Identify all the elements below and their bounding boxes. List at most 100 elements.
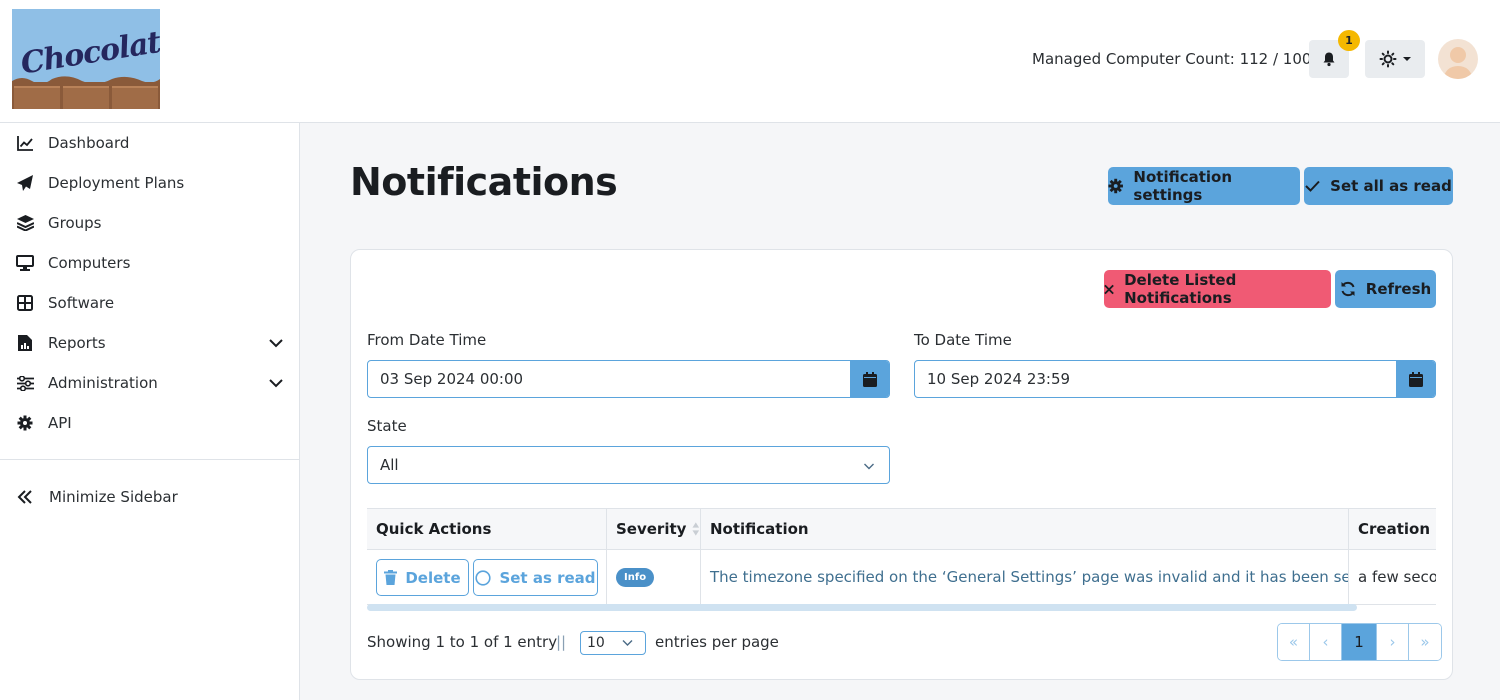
- minimize-sidebar-button[interactable]: Minimize Sidebar: [0, 477, 299, 517]
- chevron-down-icon: [269, 379, 283, 388]
- column-header-severity[interactable]: Severity: [607, 509, 701, 550]
- paper-plane-icon: [16, 174, 34, 192]
- notification-count-badge: 1: [1338, 30, 1360, 51]
- column-header-creation-date: Creation Da: [1349, 509, 1436, 550]
- to-date-input[interactable]: 10 Sep 2024 23:59: [914, 360, 1436, 398]
- sidebar-item-administration[interactable]: Administration: [0, 363, 299, 403]
- table-horizontal-scrollbar[interactable]: [367, 604, 1357, 611]
- notification-settings-label: Notification settings: [1133, 168, 1233, 204]
- sidebar: Dashboard Deployment Plans Groups Comput…: [0, 123, 300, 700]
- page-title: Notifications: [350, 160, 618, 204]
- sidebar-item-label: Dashboard: [48, 134, 130, 152]
- check-icon: [1305, 180, 1320, 192]
- sidebar-item-label: Deployment Plans: [48, 174, 185, 192]
- last-page-button[interactable]: »: [1409, 624, 1441, 660]
- delete-listed-label: Delete Listed Notifications: [1124, 271, 1237, 307]
- calendar-icon: [1408, 371, 1423, 387]
- app-header: Chocolatey Managed Computer Count: 112 /…: [0, 0, 1500, 123]
- state-select[interactable]: All: [367, 446, 890, 484]
- trash-icon: [384, 570, 398, 585]
- sidebar-item-label: Computers: [48, 254, 131, 272]
- page-1-button[interactable]: 1: [1342, 624, 1377, 660]
- calendar-icon: [862, 371, 877, 387]
- chevron-down-icon: [269, 339, 283, 348]
- next-page-button[interactable]: ›: [1377, 624, 1409, 660]
- severity-cell: Info: [607, 550, 701, 605]
- to-date-label: To Date Time: [914, 331, 1012, 349]
- delete-label: Delete: [405, 568, 461, 587]
- logo-chocolate-bar: [12, 82, 160, 109]
- chevron-down-icon: [622, 640, 633, 646]
- sidebar-item-deployment-plans[interactable]: Deployment Plans: [0, 163, 299, 203]
- set-all-as-read-label: Set all as read: [1330, 177, 1452, 195]
- footer-separator: ||: [556, 633, 567, 651]
- from-date-label: From Date Time: [367, 331, 487, 349]
- gear-icon: [1108, 178, 1123, 194]
- chevron-down-icon: [864, 463, 874, 470]
- notifications-table: Quick Actions Severity Notification Crea…: [367, 508, 1436, 605]
- from-date-calendar-button[interactable]: [850, 361, 889, 397]
- sidebar-item-label: Groups: [48, 214, 102, 232]
- first-page-button[interactable]: «: [1278, 624, 1310, 660]
- entries-per-page-label: entries per page: [655, 633, 779, 651]
- sidebar-item-label: Reports: [48, 334, 106, 352]
- user-avatar[interactable]: [1438, 39, 1478, 79]
- entries-per-page-select[interactable]: 10: [580, 631, 646, 655]
- pagination: « ‹ 1 › »: [1277, 623, 1442, 661]
- delete-listed-notifications-button[interactable]: Delete Listed Notifications: [1104, 270, 1331, 308]
- state-value: All: [380, 456, 399, 474]
- user-avatar-icon: [1443, 47, 1473, 79]
- column-header-notification: Notification: [701, 509, 1349, 550]
- showing-entries-text: Showing 1 to 1 of 1 entry: [367, 633, 558, 651]
- severity-header-label: Severity: [616, 520, 687, 538]
- sidebar-item-api[interactable]: API: [0, 403, 299, 443]
- sidebar-item-software[interactable]: Software: [0, 283, 299, 323]
- caret-down-icon: [1403, 57, 1411, 61]
- sidebar-item-label: Administration: [48, 374, 158, 392]
- file-chart-icon: [16, 334, 34, 352]
- desktop-icon: [16, 254, 34, 272]
- refresh-icon: [1341, 281, 1355, 297]
- state-label: State: [367, 417, 407, 435]
- sidebar-item-label: Software: [48, 294, 115, 312]
- notification-settings-button[interactable]: Notification settings: [1108, 167, 1300, 205]
- sort-icon: [692, 522, 700, 536]
- set-as-read-label: Set as read: [499, 568, 596, 587]
- theme-dropdown-button[interactable]: [1365, 40, 1425, 78]
- bell-icon: [1323, 52, 1335, 67]
- close-icon: [1104, 284, 1114, 294]
- double-chevron-left-icon: [16, 488, 34, 506]
- sidebar-item-reports[interactable]: Reports: [0, 323, 299, 363]
- sun-icon: [1379, 50, 1397, 68]
- column-header-quick-actions: Quick Actions: [367, 509, 607, 550]
- grid-icon: [16, 294, 34, 312]
- sidebar-item-label: API: [48, 414, 72, 432]
- to-date-value: 10 Sep 2024 23:59: [927, 370, 1071, 388]
- sidebar-divider: [0, 459, 299, 460]
- to-date-calendar-button[interactable]: [1396, 361, 1435, 397]
- quick-actions-cell: Delete Set as read: [367, 550, 607, 605]
- from-date-input[interactable]: 03 Sep 2024 00:00: [367, 360, 890, 398]
- creation-date-cell: a few secon: [1349, 550, 1436, 605]
- notification-cell: The timezone specified on the ‘General S…: [701, 550, 1349, 605]
- sidebar-item-dashboard[interactable]: Dashboard: [0, 123, 299, 163]
- circle-icon: [475, 569, 492, 586]
- layers-icon: [16, 214, 34, 232]
- set-all-as-read-button[interactable]: Set all as read: [1304, 167, 1453, 205]
- severity-badge: Info: [616, 567, 655, 587]
- sliders-icon: [16, 374, 34, 392]
- managed-computer-count: Managed Computer Count: 112 / 1000: [1032, 50, 1321, 68]
- chocolatey-logo[interactable]: Chocolatey: [12, 9, 160, 109]
- gear-icon: [16, 414, 34, 432]
- per-page-value: 10: [587, 635, 605, 651]
- refresh-label: Refresh: [1365, 280, 1432, 298]
- refresh-button[interactable]: Refresh: [1335, 270, 1436, 308]
- previous-page-button[interactable]: ‹: [1310, 624, 1342, 660]
- minimize-sidebar-label: Minimize Sidebar: [49, 488, 178, 506]
- sidebar-item-computers[interactable]: Computers: [0, 243, 299, 283]
- chart-line-icon: [16, 134, 34, 152]
- delete-notification-button[interactable]: Delete: [376, 559, 469, 596]
- set-as-read-button[interactable]: Set as read: [473, 559, 598, 596]
- sidebar-item-groups[interactable]: Groups: [0, 203, 299, 243]
- from-date-value: 03 Sep 2024 00:00: [380, 370, 524, 388]
